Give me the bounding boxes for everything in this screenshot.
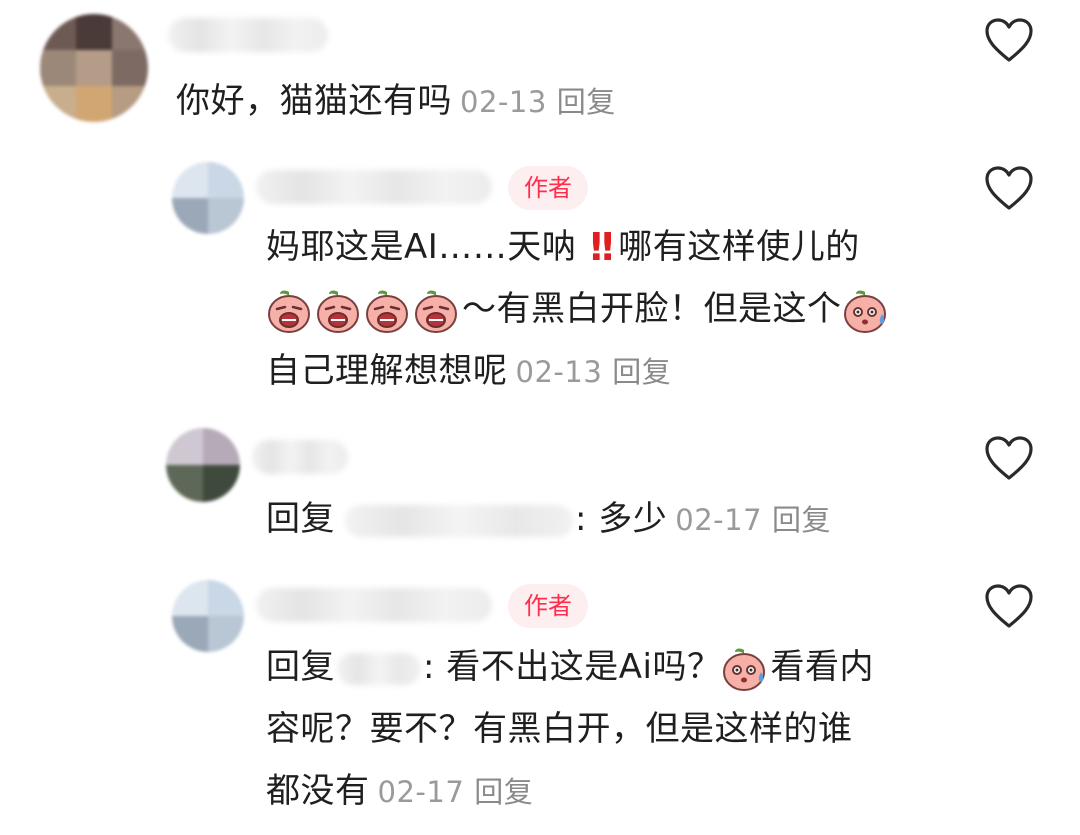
comment-text: : 多少 xyxy=(575,499,668,539)
heart-outline-icon[interactable] xyxy=(984,166,1034,212)
author-badge: 作者 xyxy=(508,584,588,628)
username[interactable] xyxy=(256,170,492,204)
sweat-peach-sticker xyxy=(842,288,888,334)
comment-body: 妈耶这是AI……天呐 !! 哪有这样使儿的 ～有黑白开脸！但是这个 自己理解想想呢… xyxy=(266,216,891,403)
comment-text: 都没有 xyxy=(266,771,370,811)
double-exclamation-icon: !! xyxy=(587,225,617,269)
comment-thread: 你好，猫猫还有吗 02-13 回复 作者 妈耶这是AI……天呐 !! 哪有这样使儿的 xyxy=(0,0,1080,835)
heart-outline-icon[interactable] xyxy=(984,584,1034,630)
mentioned-username[interactable] xyxy=(337,652,421,685)
username[interactable] xyxy=(168,18,328,52)
heart-outline-icon[interactable] xyxy=(984,18,1034,64)
avatar[interactable] xyxy=(172,162,244,234)
comment-date: 02-17 xyxy=(675,503,763,537)
comment-text: : 看不出这是Ai吗？ xyxy=(423,647,722,687)
comment-body: 你好，猫猫还有吗 02-13 回复 xyxy=(176,70,616,133)
crying-peach-sticker xyxy=(364,288,410,334)
comment-text: ～有黑白开脸！但是这个 xyxy=(462,289,842,329)
comment-date: 02-17 xyxy=(377,775,465,809)
comment-text: 自己理解想想呢 xyxy=(266,351,508,391)
reply-button[interactable]: 回复 xyxy=(612,355,671,389)
reply-button[interactable]: 回复 xyxy=(772,503,831,537)
comment-line: 都没有 02-17 回复 xyxy=(266,760,874,823)
comment-line: 自己理解想想呢 02-13 回复 xyxy=(266,340,891,403)
comment-date: 02-13 xyxy=(515,355,603,389)
crying-peach-sticker xyxy=(413,288,459,334)
comment-text: 容呢？要不？有黑白开，但是这样的谁 xyxy=(266,709,853,749)
reply-button[interactable]: 回复 xyxy=(474,775,533,809)
reply-prefix: 回复 xyxy=(266,499,335,539)
comment-body: 回复 : 看不出这是Ai吗？ 看看内 容呢？要不？有黑白开，但是这样的谁 都没有 0… xyxy=(266,636,874,823)
author-badge: 作者 xyxy=(508,166,588,210)
comment-text: 看看内 xyxy=(770,647,874,687)
avatar[interactable] xyxy=(172,580,244,652)
comment-text: 哪有这样使儿的 xyxy=(618,227,860,267)
comment-line: 妈耶这是AI……天呐 !! 哪有这样使儿的 xyxy=(266,216,891,278)
reply-button[interactable]: 回复 xyxy=(557,85,616,119)
crying-peach-sticker xyxy=(315,288,361,334)
comment-line: ～有黑白开脸！但是这个 xyxy=(266,278,891,340)
comment-line: 回复 : 看不出这是Ai吗？ 看看内 xyxy=(266,636,874,698)
crying-peach-sticker xyxy=(266,288,312,334)
comment-text: 妈耶这是AI……天呐 xyxy=(266,227,577,267)
comment-line: 容呢？要不？有黑白开，但是这样的谁 xyxy=(266,698,874,760)
comment-date: 02-13 xyxy=(460,85,547,119)
heart-outline-icon[interactable] xyxy=(984,436,1034,482)
avatar[interactable] xyxy=(40,14,148,122)
comment-text: 你好，猫猫还有吗 xyxy=(176,81,452,121)
sweat-peach-sticker xyxy=(721,646,767,692)
mentioned-username[interactable] xyxy=(345,504,573,537)
reply-prefix: 回复 xyxy=(266,647,335,687)
username[interactable] xyxy=(256,588,492,622)
comment-body: 回复 : 多少 02-17 回复 xyxy=(266,488,831,551)
avatar[interactable] xyxy=(166,428,240,502)
username[interactable] xyxy=(252,440,348,474)
